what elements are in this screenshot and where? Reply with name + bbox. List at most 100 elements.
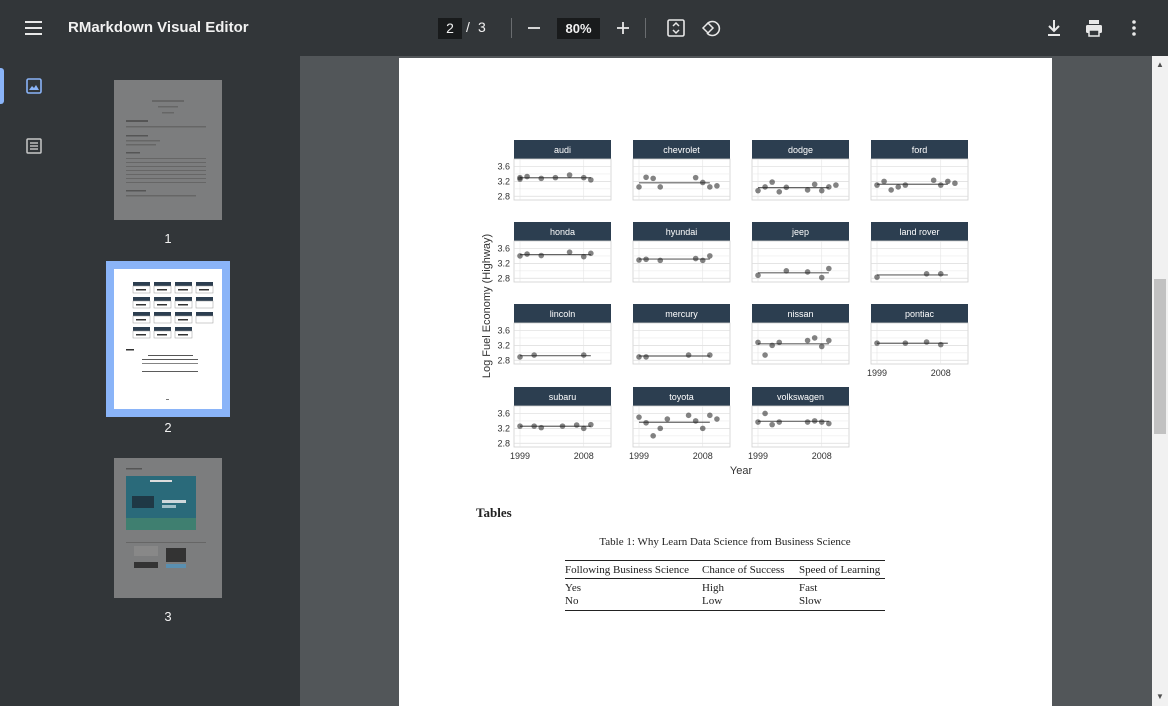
more-options-icon[interactable]: [1120, 14, 1148, 42]
data-point: [923, 271, 930, 277]
scroll-up-arrow-icon[interactable]: ▲: [1156, 60, 1164, 69]
y-tick-label: 3.2: [497, 258, 510, 268]
table-header-cell: Following Business Science: [565, 564, 690, 576]
facet-panel: [751, 158, 850, 201]
page-total: 3: [478, 19, 486, 35]
data-point: [811, 181, 818, 188]
data-point: [707, 352, 713, 358]
y-tick-label: 3.6: [497, 408, 510, 418]
data-point: [707, 412, 713, 419]
data-point: [685, 352, 692, 358]
table-cell: Fast: [799, 582, 818, 594]
data-point: [923, 339, 930, 345]
data-point: [776, 419, 783, 425]
outline-view-icon[interactable]: [20, 132, 48, 160]
data-point: [762, 352, 768, 358]
data-point: [755, 419, 761, 425]
data-point: [769, 179, 775, 185]
facet-strip-label: audi: [554, 145, 571, 155]
page-thumbnail-2[interactable]: [114, 269, 222, 409]
page-thumbnail-1[interactable]: [114, 80, 222, 220]
page-separator: /: [466, 19, 470, 35]
data-point: [643, 174, 649, 181]
data-point: [714, 183, 720, 189]
y-tick-label: 2.8: [497, 273, 510, 283]
table-top-rule: [565, 560, 885, 561]
scrollbar-thumb[interactable]: [1154, 279, 1166, 434]
y-tick-label: 3.6: [497, 161, 510, 171]
data-point: [874, 182, 880, 188]
data-point: [517, 354, 523, 360]
data-point: [937, 271, 944, 277]
active-tab-indicator: [0, 68, 4, 104]
data-point: [811, 335, 818, 341]
data-point: [692, 418, 699, 424]
data-point: [707, 184, 713, 190]
facet-strip-label: land rover: [899, 227, 939, 237]
data-point: [833, 182, 839, 188]
data-point: [588, 250, 594, 257]
facet-panel: [513, 158, 612, 201]
data-point: [804, 419, 811, 425]
facet-strip-label: volkswagen: [777, 392, 824, 402]
facet-strip-label: jeep: [791, 227, 809, 237]
facet-panel: [870, 240, 969, 283]
facet-panel: [513, 322, 612, 365]
data-point: [902, 182, 909, 188]
thumbnail-sidebar: 1 2 3: [0, 56, 300, 706]
facet-strip-label: chevrolet: [663, 145, 700, 155]
print-icon[interactable]: [1080, 14, 1108, 42]
data-point: [636, 184, 642, 190]
zoom-out-icon[interactable]: [520, 14, 548, 42]
page-thumbnail-3[interactable]: [114, 458, 222, 598]
zoom-in-icon[interactable]: [609, 14, 637, 42]
data-point: [531, 352, 537, 358]
table-cell: High: [702, 582, 724, 594]
zoom-level-input[interactable]: 80%: [557, 18, 600, 39]
data-point: [714, 416, 720, 422]
thumbnails-view-icon[interactable]: [20, 72, 48, 100]
data-point: [818, 187, 825, 194]
facet-panel: [632, 405, 731, 448]
data-point: [538, 424, 545, 431]
data-point: [804, 269, 811, 275]
document-title: RMarkdown Visual Editor: [68, 19, 249, 36]
x-tick-label: 1999: [510, 451, 530, 461]
table-caption: Table 1: Why Learn Data Science from Bus…: [599, 536, 851, 548]
y-axis-title: Log Fuel Economy (Highway): [481, 234, 493, 378]
facet-strip-label: toyota: [669, 392, 694, 402]
section-heading: Tables: [476, 505, 512, 520]
facet-scatter-chart: audi 3.6 3.2 2.8 chevrolet dodge ford honda 3.6 3…: [481, 140, 969, 477]
toolbar-divider: [511, 18, 512, 38]
data-point: [657, 425, 664, 432]
data-point: [643, 354, 649, 360]
table-bottom-rule: [565, 610, 885, 611]
x-tick-label: 1999: [748, 451, 768, 461]
page-number-input[interactable]: 2: [438, 18, 462, 39]
facet-panel: [513, 240, 612, 283]
data-point: [937, 182, 944, 188]
table-cell: No: [565, 595, 579, 607]
data-point: [636, 414, 642, 420]
y-tick-label: 3.2: [497, 340, 510, 350]
fit-to-page-icon[interactable]: [662, 14, 690, 42]
hamburger-menu-icon[interactable]: [18, 14, 50, 42]
scroll-down-arrow-icon[interactable]: ▼: [1156, 692, 1164, 701]
vertical-scrollbar[interactable]: ▲ ▼: [1152, 56, 1168, 706]
data-point: [566, 172, 573, 178]
data-point: [699, 425, 706, 432]
facet-strip-label: hyundai: [666, 227, 698, 237]
data-point: [776, 189, 783, 195]
data-point: [657, 257, 664, 264]
data-point: [818, 274, 825, 281]
x-axis-title: Year: [730, 465, 753, 477]
document-viewer[interactable]: audi 3.6 3.2 2.8 chevrolet dodge ford honda 3.6 3…: [300, 56, 1168, 706]
table-header-cell: Speed of Learning: [799, 564, 881, 576]
data-point: [685, 412, 692, 419]
download-icon[interactable]: [1040, 14, 1068, 42]
rotate-icon[interactable]: [698, 14, 726, 42]
y-tick-label: 2.8: [497, 438, 510, 448]
y-tick-label: 2.8: [497, 355, 510, 365]
data-point: [692, 174, 699, 181]
data-point: [930, 177, 937, 184]
